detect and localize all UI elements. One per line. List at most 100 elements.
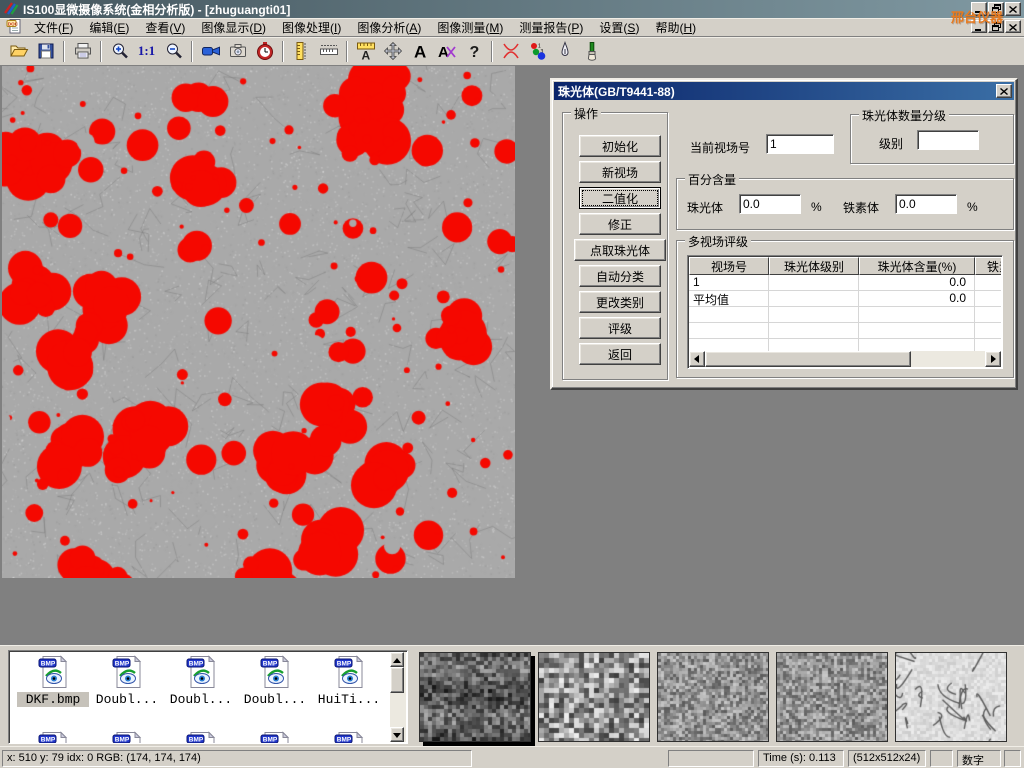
op-button-点取珠光体[interactable]: 点取珠光体 bbox=[574, 239, 666, 261]
op-button-评级[interactable]: 评级 bbox=[579, 317, 661, 339]
arrow-left-icon bbox=[694, 352, 700, 366]
dialog-content: 操作 初始化新视场二值化修正点取珠光体自动分类更改类别评级返回 当前视场号 珠光… bbox=[554, 102, 1014, 386]
menu-item-f[interactable]: 文件(F) bbox=[26, 18, 81, 37]
op-button-返回[interactable]: 返回 bbox=[579, 343, 661, 365]
table-header-col-0[interactable]: 视场号 bbox=[689, 257, 769, 275]
menu-item-p[interactable]: 测量报告(P) bbox=[511, 18, 591, 37]
table-row-4[interactable] bbox=[689, 339, 1001, 351]
dialog-titlebar[interactable]: 珠光体(GB/T9441-88) bbox=[554, 82, 1014, 100]
video-camera-button[interactable] bbox=[197, 39, 224, 64]
file-item-row2-5[interactable]: BMP bbox=[313, 731, 385, 744]
photo-camera-button[interactable] bbox=[224, 39, 251, 64]
ruler-text-button[interactable]: A bbox=[352, 39, 379, 64]
grading-group-label: 珠光体数量分级 bbox=[859, 107, 949, 124]
move-button[interactable] bbox=[379, 39, 406, 64]
help-button[interactable]: ? bbox=[460, 39, 487, 64]
curve-button[interactable] bbox=[497, 39, 524, 64]
save-button[interactable] bbox=[32, 39, 59, 64]
thumbnail-4[interactable] bbox=[776, 652, 888, 742]
menu-item-d[interactable]: 图像显示(D) bbox=[193, 18, 274, 37]
table-cell: 1 bbox=[689, 275, 769, 290]
pearlite-input[interactable] bbox=[739, 194, 801, 214]
menu-item-h[interactable]: 帮助(H) bbox=[647, 18, 704, 37]
menu-item-a[interactable]: 图像分析(A) bbox=[349, 18, 429, 37]
table-row-1[interactable]: 平均值0.0 bbox=[689, 291, 1001, 307]
op-button-新视场[interactable]: 新视场 bbox=[579, 161, 661, 183]
file-vscrollbar[interactable] bbox=[390, 652, 406, 742]
svg-text:A: A bbox=[361, 49, 370, 62]
ferrite-unit: % bbox=[967, 200, 978, 214]
metallographic-image[interactable] bbox=[2, 66, 515, 578]
one-to-one-button[interactable]: 1:1 bbox=[133, 39, 160, 64]
file-item-2[interactable]: BMPDoubl... bbox=[91, 655, 163, 707]
zoom-out-button[interactable] bbox=[160, 39, 187, 64]
menu-item-s[interactable]: 设置(S) bbox=[591, 18, 647, 37]
thumbnail-1[interactable] bbox=[419, 652, 531, 742]
menu-item-m[interactable]: 图像测量(M) bbox=[429, 18, 511, 37]
file-item-1[interactable]: BMPDKF.bmp bbox=[17, 655, 89, 707]
vscroll-thumb[interactable] bbox=[390, 667, 404, 693]
ruler-horizontal-button[interactable] bbox=[315, 39, 342, 64]
text-button[interactable]: A bbox=[406, 39, 433, 64]
thumbnail-3[interactable] bbox=[657, 652, 769, 742]
table-header-col-1[interactable]: 珠光体级别 bbox=[769, 257, 859, 275]
hscroll-thumb[interactable] bbox=[705, 351, 911, 367]
mdi-workspace: 珠光体(GB/T9441-88) 操作 初始化新视场二值化修正点取珠光体自动分类… bbox=[0, 66, 1024, 645]
grade-input[interactable] bbox=[917, 130, 979, 150]
op-button-二值化[interactable]: 二值化 bbox=[579, 187, 661, 209]
table-row-2[interactable] bbox=[689, 307, 1001, 323]
table-row-3[interactable] bbox=[689, 323, 1001, 339]
multi-field-group: 多视场评级 视场号珠光体级别珠光体含量(%)铁素体 10.0平均值0.0 bbox=[676, 240, 1014, 378]
print-button[interactable] bbox=[69, 39, 96, 64]
document-icon[interactable]: DOC bbox=[6, 18, 22, 37]
bmp-file-icon: BMP bbox=[184, 731, 218, 744]
file-item-row2-1[interactable]: BMP bbox=[17, 731, 89, 744]
open-button[interactable] bbox=[5, 39, 32, 64]
menu-item-i[interactable]: 图像处理(I) bbox=[274, 18, 349, 37]
file-item-row2-2[interactable]: BMP bbox=[91, 731, 163, 744]
close-button[interactable] bbox=[1005, 2, 1021, 16]
thumbnail-5[interactable] bbox=[895, 652, 1007, 742]
table-cell bbox=[769, 307, 859, 322]
stopwatch-button[interactable] bbox=[251, 39, 278, 64]
classify-dots-button[interactable]: 13 bbox=[524, 39, 551, 64]
op-button-自动分类[interactable]: 自动分类 bbox=[579, 265, 661, 287]
op-button-修正[interactable]: 修正 bbox=[579, 213, 661, 235]
brush-button[interactable] bbox=[578, 39, 605, 64]
text-delete-button[interactable]: A bbox=[433, 39, 460, 64]
dialog-close-button[interactable] bbox=[996, 84, 1012, 98]
file-item-4[interactable]: BMPDoubl... bbox=[239, 655, 311, 707]
file-item-row2-3[interactable]: BMP bbox=[165, 731, 237, 744]
status-panel-5: 数字 bbox=[957, 750, 1001, 767]
child-close-button[interactable] bbox=[1005, 20, 1021, 33]
current-field-input[interactable] bbox=[766, 134, 834, 154]
scroll-down-button[interactable] bbox=[390, 727, 404, 742]
file-item-3[interactable]: BMPDoubl... bbox=[165, 655, 237, 707]
file-browser[interactable]: BMPDKF.bmpBMPDoubl...BMPDoubl...BMPDoubl… bbox=[8, 650, 408, 744]
file-item-5[interactable]: BMPHuiTi... bbox=[313, 655, 385, 707]
ruler-vertical-button[interactable] bbox=[288, 39, 315, 64]
zoom-in-button[interactable] bbox=[106, 39, 133, 64]
zoom-in-icon bbox=[110, 41, 130, 61]
scroll-left-button[interactable] bbox=[689, 351, 705, 367]
thumbnail-2[interactable] bbox=[538, 652, 650, 742]
ferrite-input[interactable] bbox=[895, 194, 957, 214]
table-row-0[interactable]: 10.0 bbox=[689, 275, 1001, 291]
bmp-file-icon: BMP bbox=[36, 655, 70, 691]
op-button-更改类别[interactable]: 更改类别 bbox=[579, 291, 661, 313]
menu-item-v[interactable]: 查看(V) bbox=[137, 18, 193, 37]
svg-text:BMP: BMP bbox=[115, 661, 130, 668]
pen-button[interactable] bbox=[551, 39, 578, 64]
scroll-right-button[interactable] bbox=[985, 351, 1001, 367]
ruler-horizontal-icon bbox=[319, 41, 339, 61]
op-button-初始化[interactable]: 初始化 bbox=[579, 135, 661, 157]
pearlite-dialog: 珠光体(GB/T9441-88) 操作 初始化新视场二值化修正点取珠光体自动分类… bbox=[550, 78, 1018, 390]
file-item-row2-4[interactable]: BMP bbox=[239, 731, 311, 744]
menu-item-e[interactable]: 编辑(E) bbox=[81, 18, 137, 37]
table-header-col-2[interactable]: 珠光体含量(%) bbox=[859, 257, 975, 275]
close-icon bbox=[1000, 84, 1008, 98]
grade-label: 级别 bbox=[879, 135, 903, 152]
scroll-up-button[interactable] bbox=[390, 652, 404, 667]
table-hscrollbar[interactable] bbox=[689, 351, 1001, 367]
table-header-col-3[interactable]: 铁素体 bbox=[975, 257, 1001, 275]
